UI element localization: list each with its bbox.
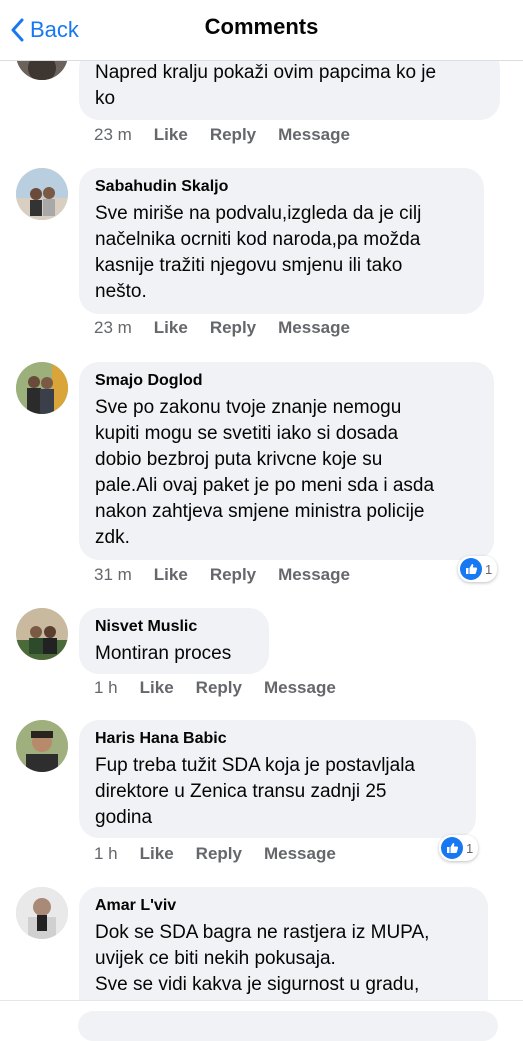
comment-composer-bar [0, 1000, 523, 1041]
comment-input[interactable] [78, 1011, 498, 1041]
like-button[interactable]: Like [154, 125, 188, 145]
avatar[interactable] [16, 887, 68, 939]
like-button[interactable]: Like [154, 318, 188, 338]
comment-time: 1 h [94, 678, 118, 697]
comment-author[interactable]: Nisvet Muslic [95, 618, 253, 636]
avatar[interactable] [16, 168, 68, 220]
reply-button[interactable]: Reply [210, 565, 256, 585]
comment-text: Dok se SDA bagra ne rastjera iz MUPA, uv… [95, 922, 430, 995]
reply-button[interactable]: Reply [196, 844, 242, 864]
message-button[interactable]: Message [278, 565, 350, 585]
comments-feed[interactable]: Napred kralju pokaži ovim papcima ko je … [0, 0, 523, 1000]
comment-actions: 1 h Like Reply Message [94, 844, 336, 864]
comment-text: Sve miriše na podvalu,izgleda da je cilj… [95, 203, 422, 302]
comment-text: Fup treba tužit SDA koja je postavljala … [95, 755, 416, 828]
comment-bubble: Sabahudin Skaljo Sve miriše na podvalu,i… [79, 168, 484, 314]
comment-text: Sve po zakonu tvoje znanje nemogu kupiti… [95, 397, 435, 548]
comment-author[interactable]: Smajo Doglod [95, 372, 478, 390]
comment-time: 31 m [94, 565, 132, 584]
reply-button[interactable]: Reply [196, 678, 242, 698]
comment-time: 23 m [94, 125, 132, 144]
comment-actions: 1 h Like Reply Message [94, 678, 336, 698]
message-button[interactable]: Message [278, 318, 350, 338]
like-reaction-icon [441, 837, 463, 859]
comment-actions: 23 m Like Reply Message [94, 318, 350, 338]
comment-time: 1 h [94, 844, 118, 863]
comment-time: 23 m [94, 318, 132, 337]
reaction-badge[interactable]: 1 [458, 556, 498, 582]
comment-author[interactable]: Haris Hana Babic [95, 730, 460, 748]
like-button[interactable]: Like [154, 565, 188, 585]
avatar[interactable] [16, 608, 68, 660]
avatar[interactable] [16, 720, 68, 772]
comment-text: Montiran proces [95, 643, 232, 664]
like-button[interactable]: Like [140, 844, 174, 864]
like-button[interactable]: Like [140, 678, 174, 698]
comment-text: Napred kralju pokaži ovim papcima ko je … [95, 62, 437, 109]
reaction-count: 1 [485, 561, 493, 577]
comment-author[interactable]: Amar L'viv [95, 897, 472, 915]
comment-actions: 31 m Like Reply Message [94, 565, 350, 585]
comment-bubble: Nisvet Muslic Montiran proces [79, 608, 269, 674]
reply-button[interactable]: Reply [210, 318, 256, 338]
comment-bubble: Amar L'viv Dok se SDA bagra ne rastjera … [79, 887, 488, 1000]
comment-bubble: Smajo Doglod Sve po zakonu tvoje znanje … [79, 362, 494, 560]
reply-button[interactable]: Reply [210, 125, 256, 145]
reaction-count: 1 [466, 840, 474, 856]
message-button[interactable]: Message [264, 678, 336, 698]
like-reaction-icon [460, 558, 482, 580]
page-title: Comments [204, 14, 319, 39]
comment-bubble: Haris Hana Babic Fup treba tužit SDA koj… [79, 720, 476, 838]
message-button[interactable]: Message [278, 125, 350, 145]
comment-author[interactable]: Sabahudin Skaljo [95, 178, 468, 196]
message-button[interactable]: Message [264, 844, 336, 864]
avatar[interactable] [16, 362, 68, 414]
nav-header: Back Comments [0, 0, 523, 61]
comment-actions: 23 m Like Reply Message [94, 125, 350, 145]
reaction-badge[interactable]: 1 [439, 835, 479, 861]
